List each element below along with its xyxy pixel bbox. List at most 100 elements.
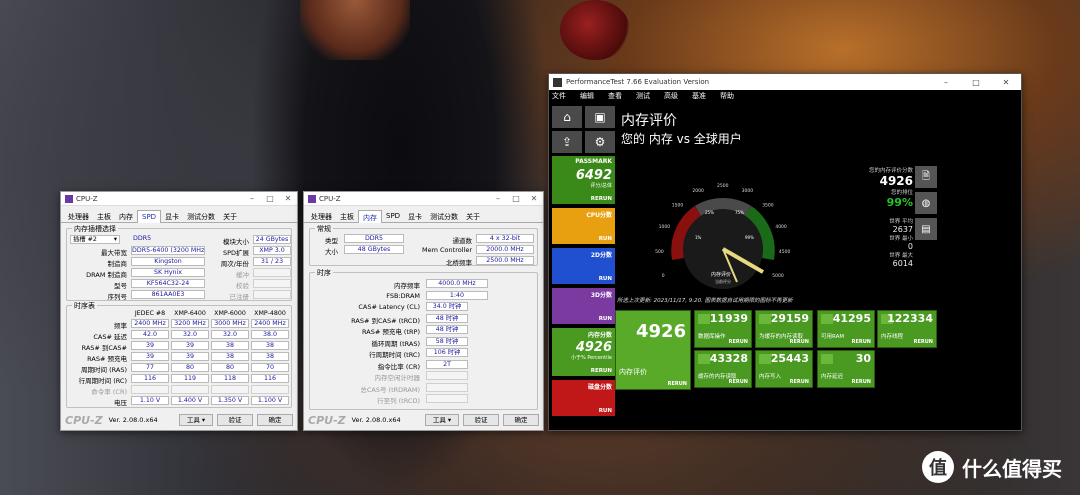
minimize-icon[interactable]: – — [489, 194, 507, 203]
your-score-value: 4926 — [879, 174, 913, 188]
menu-item-4[interactable]: 高级 — [664, 91, 678, 101]
ddr-type-value: DDR5 — [133, 235, 152, 242]
metric-rerun[interactable]: RERUN — [852, 339, 871, 345]
tab-4[interactable]: 显卡 — [404, 210, 426, 222]
tab-5[interactable]: 测试分数 — [183, 210, 219, 222]
metric-tile[interactable]: 41295 可用RAM RERUN — [817, 310, 875, 348]
category-panel[interactable]: CPU分数 RUN — [552, 208, 615, 244]
minimize-icon[interactable]: – — [931, 78, 961, 87]
tab-5[interactable]: 测试分数 — [426, 210, 462, 222]
background-figure-face — [300, 0, 410, 60]
tab-0[interactable]: 处理器 — [64, 210, 93, 222]
menu-item-6[interactable]: 帮助 — [720, 91, 734, 101]
validate-button[interactable]: 验证 — [463, 414, 499, 426]
group-title: 常规 — [315, 224, 333, 234]
metric-tile[interactable]: 43328 缓存的内存读取 RERUN — [694, 350, 752, 388]
metric-rerun[interactable]: RERUN — [852, 379, 871, 385]
globe-icon[interactable]: ◍ — [915, 192, 937, 214]
menu-item-1[interactable]: 编辑 — [580, 91, 594, 101]
tab-1[interactable]: 主板 — [336, 210, 358, 222]
validate-button[interactable]: 验证 — [217, 414, 253, 426]
metric-tile[interactable]: 29159 为缓存的内存读取 RERUN — [755, 310, 813, 348]
category-run[interactable]: RERUN — [591, 368, 612, 374]
tab-1[interactable]: 主板 — [93, 210, 115, 222]
category-run[interactable]: RUN — [599, 408, 612, 414]
tab-4[interactable]: 显卡 — [161, 210, 183, 222]
footer: CPU-Z Ver. 2.08.0.x64 工具 ▾ 验证 确定 — [304, 410, 543, 430]
menu-item-0[interactable]: 文件 — [552, 91, 566, 101]
metric-tile[interactable]: 30 内存延迟 RERUN — [817, 350, 875, 388]
main-score-value: 4926 — [636, 321, 687, 342]
gauge-tick-label: 4000 — [775, 224, 787, 230]
timing-col-header: XMP-6400 — [174, 310, 206, 317]
metric-tile[interactable]: 25443 内存写入 RERUN — [755, 350, 813, 388]
metric-rerun[interactable]: RERUN — [790, 379, 809, 385]
close-icon[interactable]: ✕ — [991, 78, 1021, 87]
metric-icon — [821, 354, 833, 364]
metric-rerun[interactable]: RERUN — [790, 339, 809, 345]
category-panel[interactable]: 2D分数 RUN — [552, 248, 615, 284]
watermark: 值什么值得买 — [922, 451, 1062, 483]
registered-value — [253, 290, 291, 299]
upload-icon[interactable]: ⇪ — [552, 131, 582, 153]
ok-button[interactable]: 确定 — [503, 414, 539, 426]
gauge-percent-label: 25% — [705, 210, 714, 215]
timing-row-label: 周期时间 (RAS) — [81, 366, 127, 374]
window-title: PerformanceTest 7.66 Evaluation Version — [566, 78, 710, 86]
close-icon[interactable]: ✕ — [525, 194, 543, 203]
slot-select[interactable]: 插槽 #2 ▾ — [70, 235, 120, 244]
metric-tile[interactable]: 122334 内存线程 RERUN — [877, 310, 937, 348]
metric-rerun[interactable]: RERUN — [729, 339, 748, 345]
tools-button[interactable]: 工具 ▾ — [179, 414, 213, 426]
timing-cell — [171, 385, 209, 394]
tab-6[interactable]: 关于 — [219, 210, 241, 222]
close-icon[interactable]: ✕ — [279, 194, 297, 203]
tab-2[interactable]: 内存 — [358, 210, 382, 223]
ok-button[interactable]: 确定 — [257, 414, 293, 426]
maximize-icon[interactable]: □ — [507, 194, 525, 203]
minimize-icon[interactable]: – — [243, 194, 261, 203]
category-run[interactable]: RUN — [599, 316, 612, 322]
passmark-panel[interactable]: PASSMARK 6492 评分/总体 RERUN — [552, 156, 615, 204]
gauge-tick-label: 3000 — [742, 188, 754, 194]
score-summary: 您的内存评价分数 4926 您的排位 99% 世界 平均 2637 世界 最小 … — [857, 166, 913, 268]
maximize-icon[interactable]: □ — [261, 194, 279, 203]
metric-value: 122334 — [887, 312, 933, 325]
tab-6[interactable]: 关于 — [462, 210, 484, 222]
maximize-icon[interactable]: □ — [961, 78, 991, 87]
tab-0[interactable]: 处理器 — [307, 210, 336, 222]
main-score-rerun[interactable]: RERUN — [668, 381, 687, 387]
chart-icon[interactable]: ▤ — [915, 218, 937, 240]
timing-cell: 77 — [131, 363, 169, 372]
title-bar[interactable]: PerformanceTest 7.66 Evaluation Version –… — [549, 74, 1021, 90]
menu-item-2[interactable]: 查看 — [608, 91, 622, 101]
timing-cell: 39 — [171, 341, 209, 350]
group-title: 时序表 — [72, 301, 97, 311]
tab-2[interactable]: 内存 — [115, 210, 137, 222]
category-panel[interactable]: 内存分数 4926 小于% Percentile RERUN — [552, 328, 615, 376]
category-run[interactable]: RUN — [599, 276, 612, 282]
tools-button[interactable]: 工具 ▾ — [425, 414, 459, 426]
tab-3[interactable]: SPD — [382, 210, 404, 222]
tab-3[interactable]: SPD — [137, 210, 162, 223]
type-value: DDR5 — [344, 234, 404, 243]
version-text: Ver. 2.08.0.x64 — [108, 416, 158, 424]
category-run[interactable]: RUN — [599, 236, 612, 242]
passmark-rerun[interactable]: RERUN — [591, 196, 612, 202]
title-bar[interactable]: CPU-Z – □ ✕ — [304, 192, 543, 206]
gears-icon[interactable]: ⚙ — [585, 131, 615, 153]
category-panel[interactable]: 磁盘分数 RUN — [552, 380, 615, 416]
metric-rerun[interactable]: RERUN — [729, 379, 748, 385]
document-icon[interactable]: 🗎 — [915, 166, 937, 188]
title-bar[interactable]: CPU-Z – □ ✕ — [61, 192, 297, 206]
timing-cell: 38.0 — [251, 330, 289, 339]
monitor-icon[interactable]: ▣ — [585, 106, 615, 128]
menu-item-3[interactable]: 测试 — [636, 91, 650, 101]
menu-item-5[interactable]: 基准 — [692, 91, 706, 101]
main-score-tile[interactable]: 4926 内存评价 RERUN — [615, 310, 691, 390]
category-panel[interactable]: 3D分数 RUN — [552, 288, 615, 324]
timing-cell: 32.0 — [171, 330, 209, 339]
metric-tile[interactable]: 11939 数据库操作 RERUN — [694, 310, 752, 348]
home-icon[interactable]: ⌂ — [552, 106, 582, 128]
metric-rerun[interactable]: RERUN — [914, 339, 933, 345]
